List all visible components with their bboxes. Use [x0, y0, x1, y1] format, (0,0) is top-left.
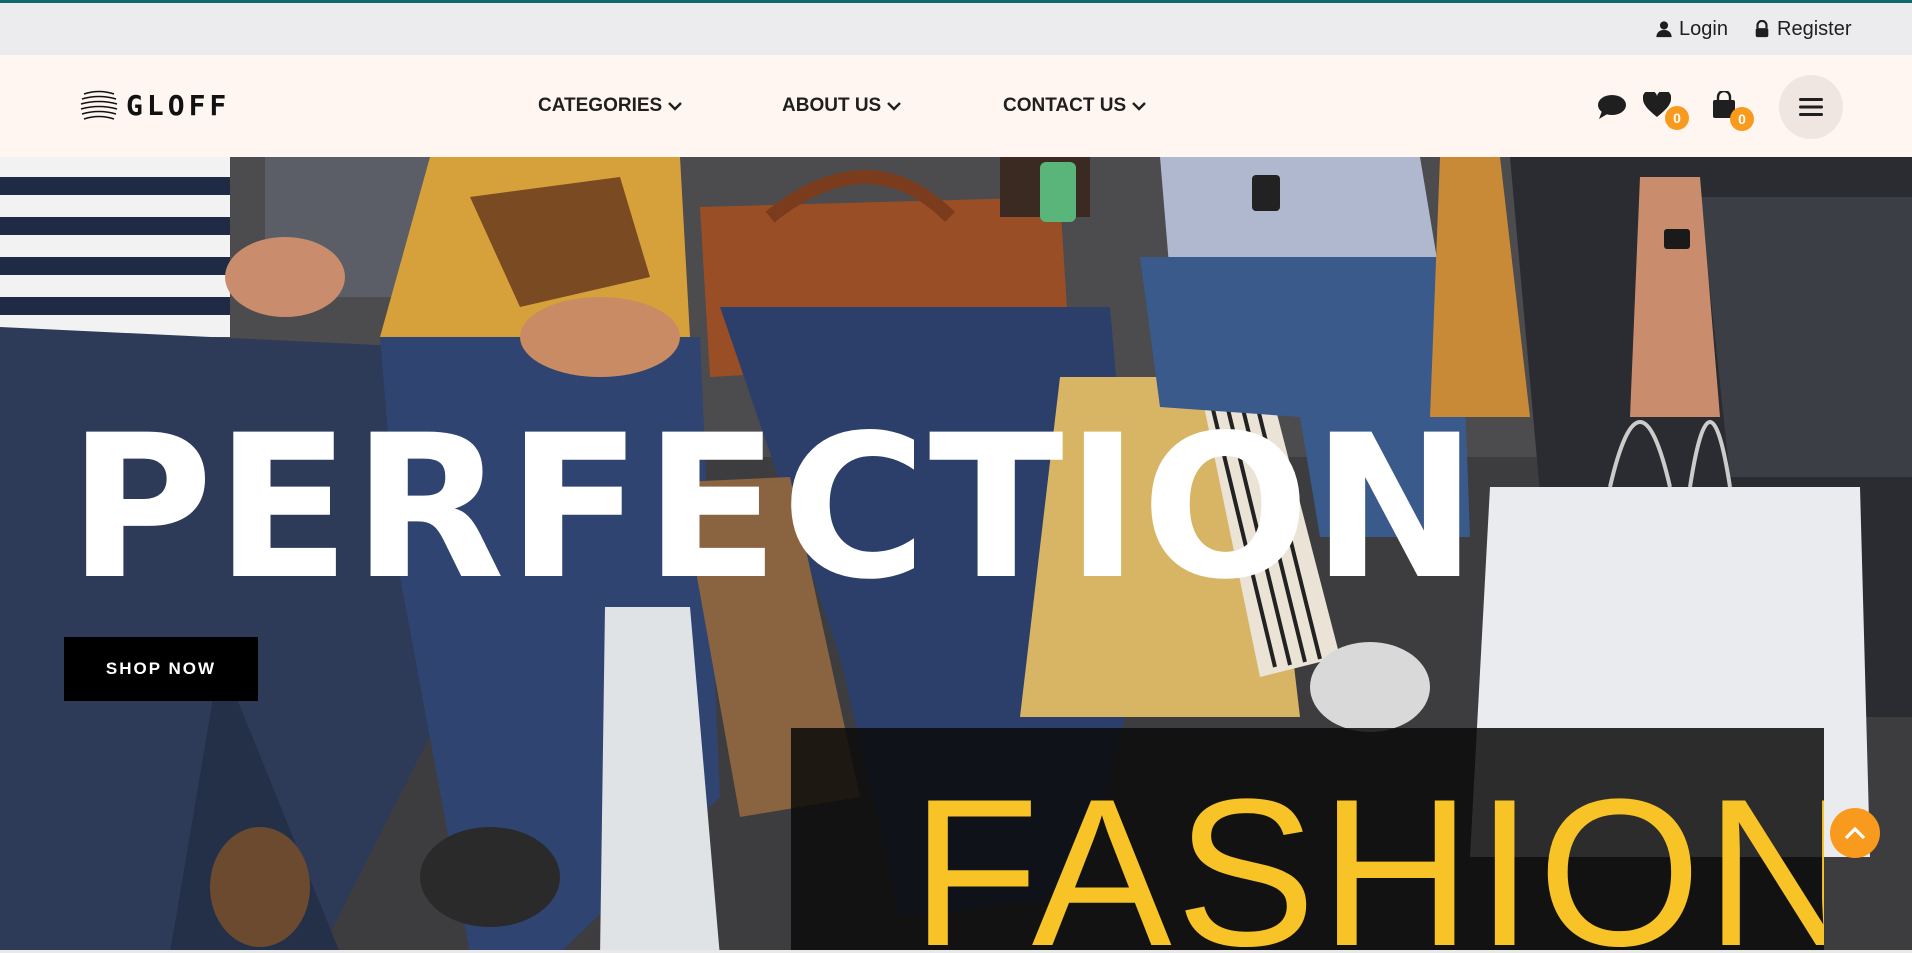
chat-button[interactable] [1597, 94, 1627, 124]
chevron-down-icon [887, 102, 902, 111]
cart-count-badge: 0 [1730, 107, 1754, 131]
cart-button[interactable]: 0 [1712, 89, 1760, 133]
user-icon [1656, 21, 1672, 38]
hero-banner: PERFECTION SHOP NOW FASHION [0, 157, 1912, 953]
lock-icon [1755, 20, 1769, 38]
fashion-banner-text: FASHION [911, 755, 1824, 953]
hamburger-menu-button[interactable] [1779, 75, 1843, 139]
logo-wordmark: GLOFF [126, 89, 231, 122]
chevron-down-icon [668, 102, 683, 111]
fashion-banner-box: FASHION [791, 728, 1824, 953]
brand-logo[interactable]: GLOFF [80, 89, 230, 122]
register-link[interactable]: Register [1753, 3, 1851, 55]
scroll-to-top-button[interactable] [1830, 808, 1880, 858]
nav-about-us[interactable]: ABOUT US [782, 55, 902, 157]
nav-contact-us[interactable]: CONTACT US [1003, 55, 1146, 157]
register-label: Register [1777, 17, 1852, 40]
logo-mark-icon [80, 90, 118, 120]
nav-contact-us-label: CONTACT US [1003, 95, 1127, 116]
nav-categories-label: CATEGORIES [538, 95, 663, 116]
nav-categories[interactable]: CATEGORIES [538, 55, 683, 157]
wishlist-count-badge: 0 [1665, 106, 1689, 130]
main-navbar: GLOFF CATEGORIES ABOUT US CONTACT US 0 0 [0, 55, 1912, 157]
hero-headline: PERFECTION [68, 392, 1480, 623]
top-utility-bar: Login Register [0, 3, 1912, 55]
nav-about-us-label: ABOUT US [782, 95, 882, 116]
chevron-down-icon [1132, 102, 1146, 111]
chevron-up-icon [1844, 826, 1866, 840]
wishlist-button[interactable]: 0 [1642, 90, 1691, 132]
login-link[interactable]: Login [1655, 3, 1728, 55]
login-label: Login [1679, 17, 1728, 40]
shop-now-button[interactable]: SHOP NOW [64, 637, 258, 701]
chat-bubble-icon [1598, 95, 1626, 119]
hamburger-menu-icon [1799, 98, 1823, 116]
